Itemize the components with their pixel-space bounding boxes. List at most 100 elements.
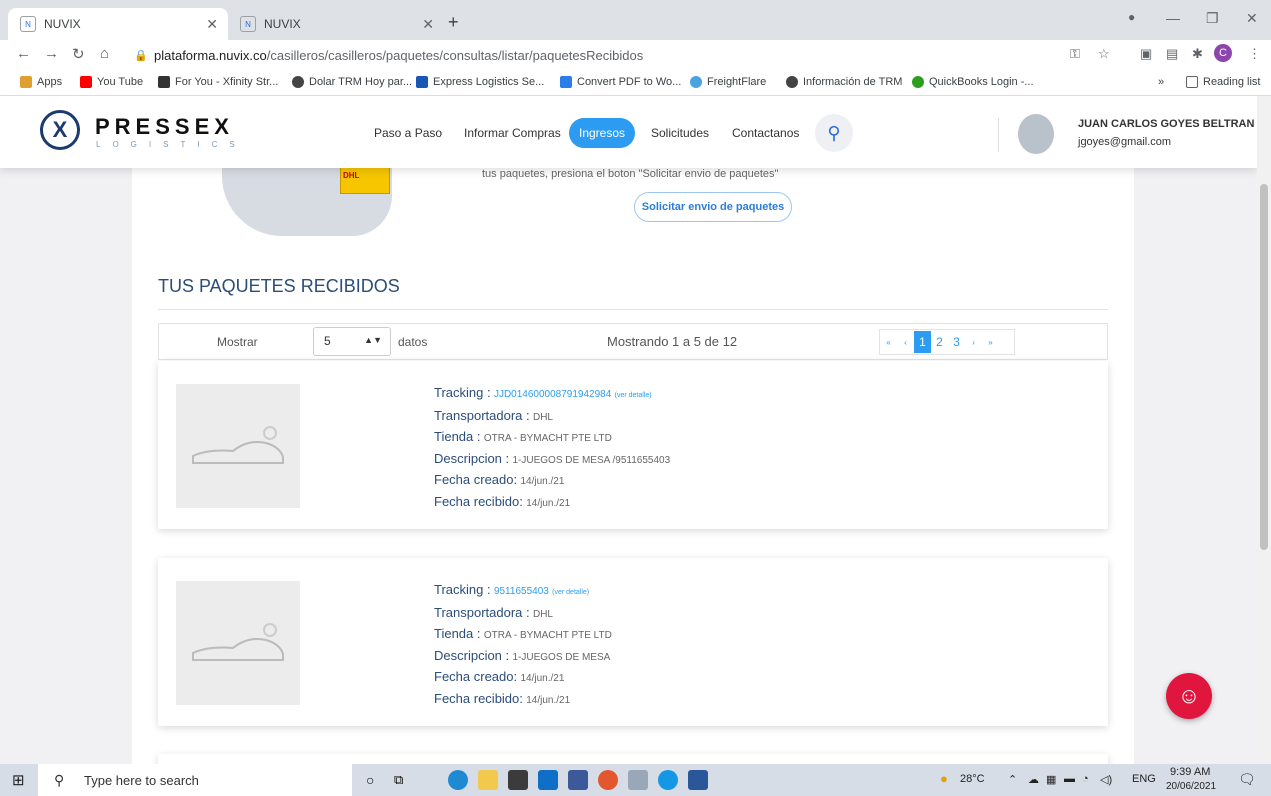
key-icon[interactable]: ⚿ xyxy=(1070,46,1080,62)
nav-ingresos[interactable]: Ingresos xyxy=(569,118,636,148)
showing-count: Mostrando 1 a 5 de 12 xyxy=(607,334,738,349)
tracking-number-link[interactable]: JJD014600008791942984 xyxy=(494,389,611,400)
carrier-value: DHL xyxy=(532,608,553,620)
notifications-icon[interactable]: 🗨 xyxy=(1238,771,1256,788)
scrollbar-thumb[interactable] xyxy=(1260,184,1268,550)
wifi-icon[interactable]: ◔ xyxy=(1082,773,1089,785)
task-view-icon[interactable]: ⧉ xyxy=(394,772,403,788)
request-shipping-button[interactable]: Solicitar envio de paquetes xyxy=(634,192,792,222)
bookmark-freightflare[interactable]: FreightFlare xyxy=(690,76,766,88)
chrome-icon[interactable] xyxy=(598,770,618,790)
bookmark-xfinity[interactable]: For You - Xfinity Str... xyxy=(158,76,278,88)
store-icon[interactable] xyxy=(508,770,528,790)
nav-contactanos[interactable]: Contactanos xyxy=(732,118,799,148)
address-bar[interactable]: 🔒 plataforma.nuvix.co/casilleros/casille… xyxy=(134,43,1064,67)
description-value: 1-JUEGOS DE MESA xyxy=(512,651,611,663)
bookmark-express[interactable]: Express Logistics Se... xyxy=(416,76,544,88)
user-avatar[interactable] xyxy=(1018,114,1054,154)
tray-chevron-icon[interactable]: ⌃ xyxy=(1008,773,1017,786)
restore-icon[interactable]: ❐ xyxy=(1206,10,1219,27)
reading-list[interactable]: Reading list xyxy=(1186,76,1260,88)
tracking-number-link[interactable]: 9511655403 xyxy=(494,586,549,597)
table-controls: Mostrar 5 ▲▼ datos Mostrando 1 a 5 de 12… xyxy=(158,323,1108,360)
last-page-button[interactable]: » xyxy=(982,338,999,347)
cloud-icon[interactable]: ☁ xyxy=(1028,773,1039,786)
cortana-icon[interactable]: ○ xyxy=(366,772,374,788)
package-image xyxy=(176,384,300,508)
page-2-button[interactable]: 2 xyxy=(931,335,948,349)
battery-icon[interactable]: ▬ xyxy=(1064,773,1075,785)
window-close-icon[interactable]: ✕ xyxy=(1246,10,1258,27)
close-tab-icon[interactable]: ✕ xyxy=(422,16,434,33)
browser-tab[interactable]: N NUVIX ✕ xyxy=(228,8,444,40)
bookmark-star-icon[interactable]: ☆ xyxy=(1098,46,1110,62)
weather-temp[interactable]: 28°C xyxy=(960,773,985,785)
windows-start-icon[interactable]: ⊞ xyxy=(12,771,25,789)
view-detail-link[interactable]: (ver detalle) xyxy=(615,392,652,399)
globe-icon xyxy=(786,76,798,88)
app-icon[interactable] xyxy=(628,770,648,790)
tab-title: NUVIX xyxy=(264,17,301,31)
section-divider xyxy=(158,309,1108,310)
url-path: /casilleros/casilleros/paquetes/consulta… xyxy=(266,47,644,63)
bookmark-dolar[interactable]: Dolar TRM Hoy par... xyxy=(292,76,412,88)
nav-solicitudes[interactable]: Solicitudes xyxy=(651,118,709,148)
bookmark-apps[interactable]: Apps xyxy=(20,76,62,88)
back-icon[interactable]: ← xyxy=(16,45,31,62)
taskbar-search-input[interactable]: ⚲ Type here to search xyxy=(38,764,352,796)
browser-tab[interactable]: N NUVIX ✕ xyxy=(8,8,228,40)
bookmark-quickbooks[interactable]: QuickBooks Login -... xyxy=(912,76,1034,88)
forward-icon[interactable]: → xyxy=(44,45,59,62)
bookmark-youtube[interactable]: You Tube xyxy=(80,76,143,88)
logo-name[interactable]: PRESSEX xyxy=(95,114,234,140)
page-scrollbar[interactable] xyxy=(1257,96,1271,764)
skype-icon[interactable] xyxy=(658,770,678,790)
user-email: jgoyes@gmail.com xyxy=(1078,136,1172,148)
bookmark-convert-pdf[interactable]: Convert PDF to Wo... xyxy=(560,76,681,88)
weather-sun-icon: ● xyxy=(940,771,948,786)
page-size-select[interactable]: 5 ▲▼ xyxy=(313,327,391,356)
minimize-icon[interactable]: — xyxy=(1166,10,1180,26)
view-detail-link[interactable]: (ver detalle) xyxy=(552,589,589,596)
reload-icon[interactable]: ↻ xyxy=(72,45,85,63)
puzzle-icon[interactable]: ✱ xyxy=(1192,46,1203,62)
nav-informar-compras[interactable]: Informar Compras xyxy=(464,118,561,148)
youtube-icon xyxy=(80,76,92,88)
chat-support-icon[interactable]: ☺ xyxy=(1166,673,1212,719)
site-header: X PRESSEX LOGISTICS Paso a Paso Informar… xyxy=(0,96,1257,168)
word-icon[interactable] xyxy=(688,770,708,790)
first-page-button[interactable]: « xyxy=(880,338,897,347)
clock-date[interactable]: 20/06/2021 xyxy=(1166,781,1216,792)
app-icon[interactable] xyxy=(568,770,588,790)
next-page-button[interactable]: › xyxy=(965,338,982,347)
profile-avatar[interactable]: C xyxy=(1214,44,1232,62)
search-icon[interactable]: ⚲ xyxy=(815,114,853,152)
created-date: 14/jun./21 xyxy=(520,673,565,684)
home-icon[interactable]: ⌂ xyxy=(100,45,109,62)
browser-tab-strip: N NUVIX ✕ N NUVIX ✕ + ● — ❐ ✕ xyxy=(0,0,1271,40)
network-icon[interactable]: ▦ xyxy=(1046,773,1056,786)
reading-list-icon xyxy=(1186,76,1198,88)
edge-icon[interactable] xyxy=(448,770,468,790)
url-host: plataforma.nuvix.co xyxy=(154,47,267,63)
menu-kebab-icon[interactable]: ⋮ xyxy=(1248,46,1261,62)
volume-icon[interactable]: ◁) xyxy=(1100,773,1112,786)
outlook-icon[interactable] xyxy=(538,770,558,790)
close-tab-icon[interactable]: ✕ xyxy=(206,16,218,33)
pressex-logo-icon[interactable]: X xyxy=(40,110,80,150)
datos-label: datos xyxy=(398,335,428,349)
more-bookmarks-icon[interactable]: » xyxy=(1158,76,1164,88)
new-tab-icon[interactable]: + xyxy=(448,12,459,33)
tab-search-icon[interactable]: ● xyxy=(1128,10,1135,24)
page-3-button[interactable]: 3 xyxy=(948,335,965,349)
extension-icon[interactable]: ▤ xyxy=(1166,46,1178,62)
bookmark-trm[interactable]: Información de TRM xyxy=(786,76,902,88)
language-indicator[interactable]: ENG xyxy=(1132,773,1156,785)
nuvix-favicon-icon: N xyxy=(240,16,256,32)
page-1-button[interactable]: 1 xyxy=(914,331,931,353)
extension-icon[interactable]: ▣ xyxy=(1140,46,1152,62)
file-explorer-icon[interactable] xyxy=(478,770,498,790)
nav-paso-a-paso[interactable]: Paso a Paso xyxy=(374,118,442,148)
clock-time[interactable]: 9:39 AM xyxy=(1170,766,1210,778)
prev-page-button[interactable]: ‹ xyxy=(897,338,914,347)
